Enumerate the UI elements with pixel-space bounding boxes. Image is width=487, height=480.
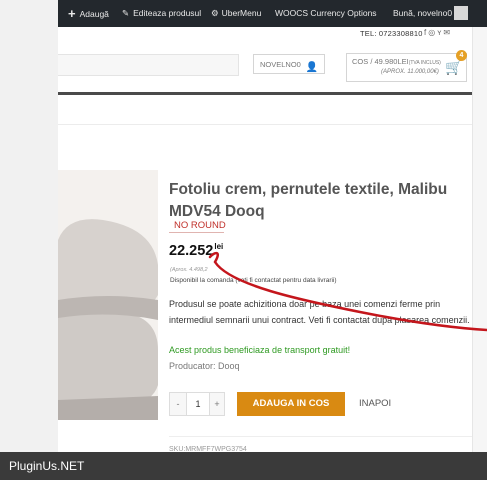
gears-icon: ⚙ xyxy=(211,8,219,18)
cart-total: COS / 49.980LEI(TVA INCLUS) xyxy=(352,57,441,66)
qty-input[interactable]: 1 xyxy=(186,393,210,415)
admin-edit-product[interactable]: ✎ Editeaza produsul xyxy=(122,0,201,27)
pencil-icon: ✎ xyxy=(122,8,130,18)
no-round-badge: NO ROUND xyxy=(174,220,226,231)
plus-icon: + xyxy=(68,6,76,21)
admin-greeting[interactable]: Bună, novelno0 xyxy=(393,0,452,27)
footer-brand[interactable]: PluginUs.NET xyxy=(9,459,84,473)
account-button[interactable]: NOVELNO0 👤 xyxy=(253,54,325,74)
avatar[interactable] xyxy=(454,6,468,20)
email-icon[interactable]: ✉ xyxy=(443,28,452,37)
product-price: 22.252lei xyxy=(169,242,224,259)
price-approx: (Aprox. 4.498,2 xyxy=(170,267,208,273)
scrollbar[interactable] xyxy=(472,27,487,452)
cart-button[interactable]: COS / 49.980LEI(TVA INCLUS) (APROX. 11.0… xyxy=(346,50,467,82)
search-input[interactable] xyxy=(58,54,239,76)
add-to-cart-button[interactable]: ADAUGA IN COS xyxy=(237,392,345,416)
admin-currency-options[interactable]: WOOCS Currency Options xyxy=(275,0,377,27)
product-title: Fotoliu crem, pernutele textile, Malibu … xyxy=(169,181,448,220)
wp-admin-bar: + Adaugă ✎ Editeaza produsul ⚙ UberMenu WOO… xyxy=(58,0,487,27)
badge-underline xyxy=(169,232,224,233)
admin-ubermenu[interactable]: ⚙ UberMenu xyxy=(211,0,261,27)
admin-add-new[interactable]: + Adaugă xyxy=(68,0,109,27)
nav-bar xyxy=(58,92,472,95)
free-shipping-note: Acest produs beneficiaza de transport gr… xyxy=(169,345,351,355)
footer-bar: PluginUs.NET xyxy=(0,452,487,480)
instagram-icon[interactable]: ◎ xyxy=(428,28,437,37)
user-icon: 👤 xyxy=(305,62,318,73)
quantity-stepper[interactable]: - 1 + xyxy=(169,392,225,416)
product-image[interactable] xyxy=(58,170,158,420)
phone-number: TEL: 0723308810 xyxy=(360,29,423,38)
left-gutter xyxy=(0,0,58,452)
back-link[interactable]: INAPOI xyxy=(359,392,391,416)
social-links: f◎ʏ✉ xyxy=(424,28,452,37)
qty-minus-button[interactable]: - xyxy=(170,393,186,415)
qty-plus-button[interactable]: + xyxy=(209,393,225,415)
divider xyxy=(58,124,472,125)
product-description: Produsul se poate achizitiona doar pe ba… xyxy=(169,299,470,325)
cart-approx: (APROX. 11.000,00€) xyxy=(381,69,439,75)
cart-count-badge: 4 xyxy=(456,50,467,61)
basket-icon: 🛒 xyxy=(445,59,463,75)
producer: Producator: Dooq xyxy=(169,361,240,371)
divider xyxy=(169,436,472,437)
availability-text: Disponibil la comanda (veti fi contactat… xyxy=(170,277,337,284)
